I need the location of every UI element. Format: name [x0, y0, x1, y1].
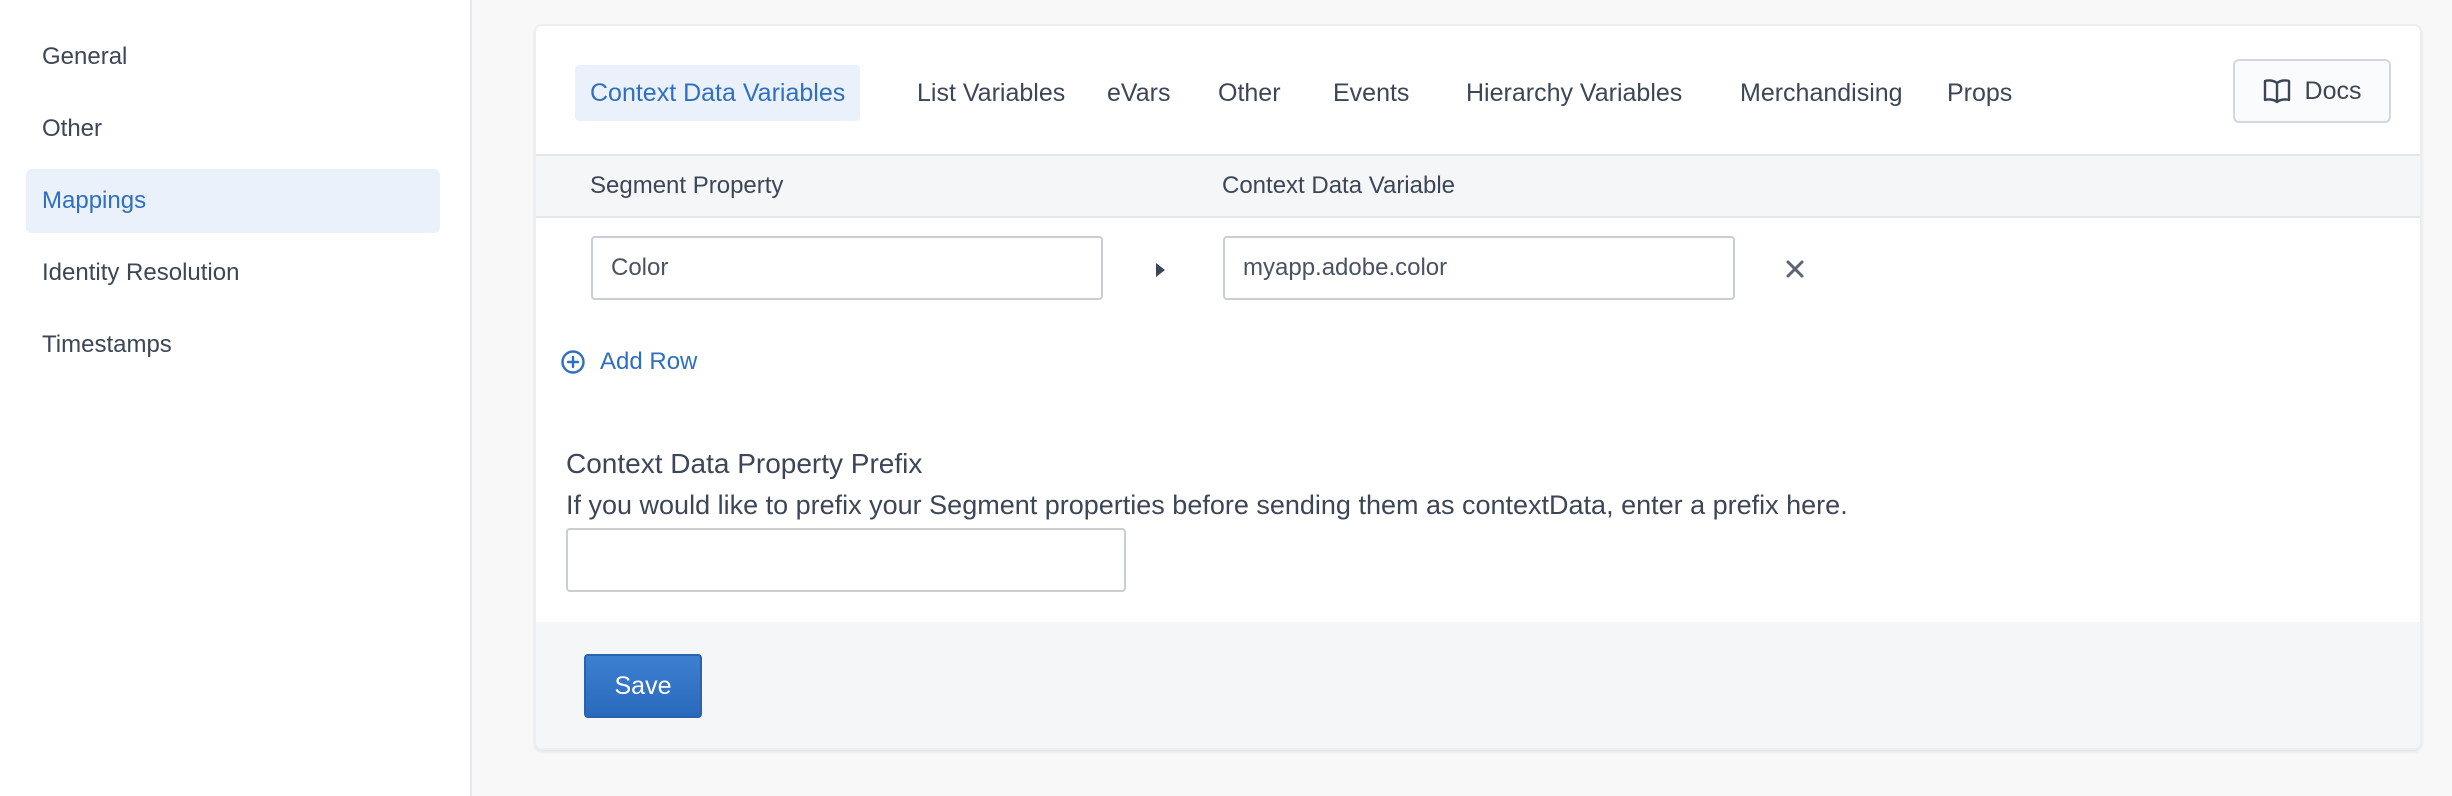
- docs-button[interactable]: Docs: [2233, 59, 2391, 123]
- book-icon: [2263, 79, 2290, 104]
- remove-row-button[interactable]: [1780, 254, 1810, 284]
- tab-list-variables[interactable]: List Variables: [902, 65, 1080, 121]
- sidebar-item-other[interactable]: Other: [26, 97, 440, 161]
- close-icon: [1786, 260, 1804, 278]
- add-row-label: Add Row: [600, 348, 698, 375]
- segment-property-input[interactable]: [591, 236, 1103, 300]
- column-header-segment-property: Segment Property: [590, 172, 784, 199]
- tab-props[interactable]: Props: [1932, 65, 2027, 121]
- tab-other[interactable]: Other: [1203, 65, 1296, 121]
- card-footer: Save: [536, 622, 2420, 748]
- tab-merchandising[interactable]: Merchandising: [1725, 65, 1918, 121]
- tab-context-data-variables[interactable]: Context Data Variables: [575, 65, 861, 121]
- prefix-title: Context Data Property Prefix: [566, 448, 923, 479]
- sidebar-item-general[interactable]: General: [26, 25, 440, 89]
- save-button[interactable]: Save: [584, 654, 702, 718]
- prefix-input[interactable]: [566, 528, 1126, 592]
- sidebar-item-timestamps[interactable]: Timestamps: [26, 313, 440, 377]
- tab-hierarchy-variables[interactable]: Hierarchy Variables: [1451, 65, 1697, 121]
- prefix-description: If you would like to prefix your Segment…: [566, 490, 1848, 520]
- column-header-context-data-variable: Context Data Variable: [1222, 172, 1456, 199]
- sidebar-item-mappings[interactable]: Mappings: [26, 169, 440, 233]
- sidebar-item-identity-resolution[interactable]: Identity Resolution: [26, 241, 440, 305]
- mappings-card: Context Data Variables List Variables eV…: [534, 24, 2422, 750]
- tab-evars[interactable]: eVars: [1092, 65, 1185, 121]
- plus-circle-icon: [561, 350, 585, 374]
- mapping-table-header: Segment Property Context Data Variable: [536, 154, 2420, 218]
- tab-events[interactable]: Events: [1318, 65, 1424, 121]
- docs-button-label: Docs: [2304, 76, 2362, 105]
- sidebar: General Other Mappings Identity Resoluti…: [0, 0, 472, 796]
- context-data-variable-input[interactable]: [1223, 236, 1735, 300]
- arrow-right-icon: [1156, 263, 1165, 277]
- add-row-button[interactable]: Add Row: [560, 348, 697, 376]
